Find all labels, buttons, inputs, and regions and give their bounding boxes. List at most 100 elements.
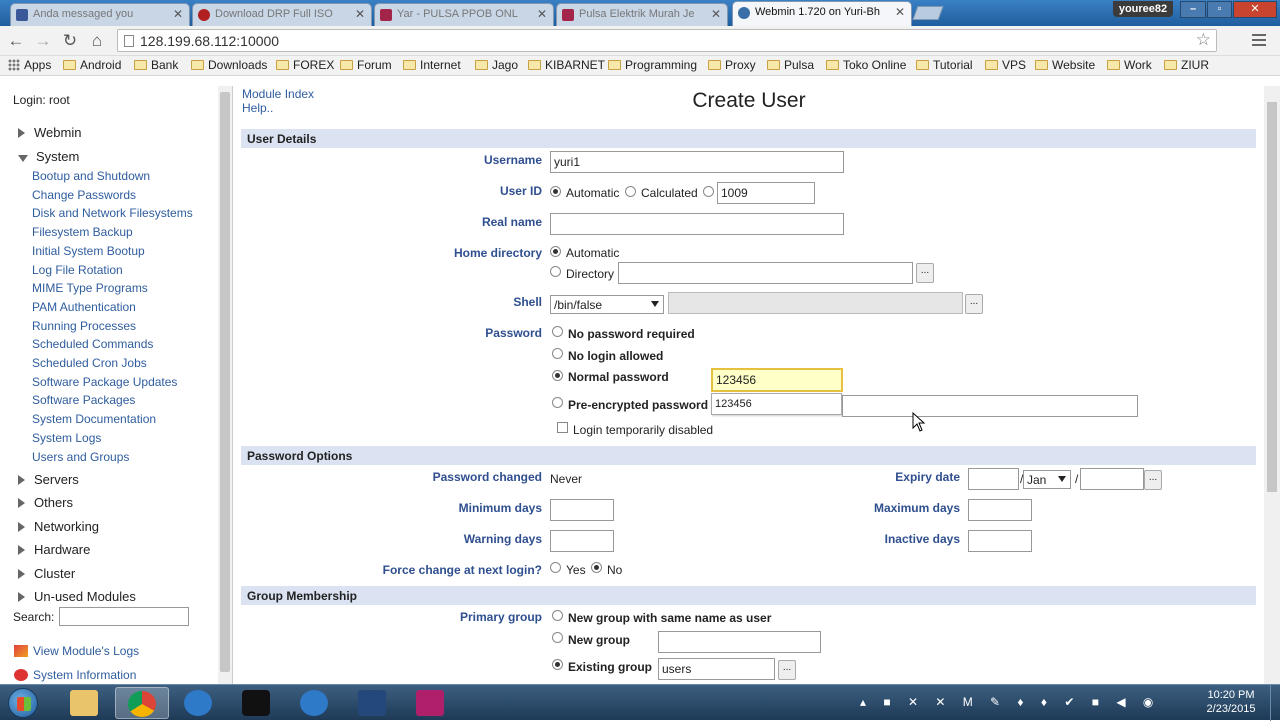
close-icon[interactable]: ✕ bbox=[355, 7, 365, 21]
max-days-input[interactable] bbox=[968, 499, 1032, 521]
bookmark-item[interactable]: Tutorial bbox=[916, 58, 973, 72]
bookmark-item[interactable]: Pulsa bbox=[767, 58, 814, 72]
reload-icon[interactable]: ↻ bbox=[60, 31, 80, 51]
module-link[interactable]: System Logs bbox=[32, 431, 101, 445]
close-window-button[interactable]: ✕ bbox=[1233, 1, 1277, 18]
category-webmin[interactable]: Webmin bbox=[18, 125, 81, 140]
module-link[interactable]: MIME Type Programs bbox=[32, 281, 148, 295]
app-taskbar-button[interactable] bbox=[172, 687, 226, 719]
module-link[interactable]: Software Package Updates bbox=[32, 375, 177, 389]
no-password-radio[interactable] bbox=[552, 326, 563, 337]
normal-password-radio[interactable] bbox=[552, 370, 563, 381]
bookmark-item[interactable]: Bank bbox=[134, 58, 178, 72]
userid-calculated-radio[interactable] bbox=[625, 186, 636, 197]
left-scrollbar[interactable] bbox=[218, 86, 232, 684]
module-link[interactable]: Initial System Bootup bbox=[32, 244, 145, 258]
module-link[interactable]: Scheduled Cron Jobs bbox=[32, 356, 147, 370]
bookmark-item[interactable]: Jago bbox=[475, 58, 518, 72]
shell-select[interactable]: /bin/false bbox=[550, 295, 664, 314]
close-icon[interactable]: ✕ bbox=[173, 7, 183, 21]
app-taskbar-button[interactable] bbox=[404, 687, 458, 719]
bookmark-item[interactable]: Work bbox=[1107, 58, 1152, 72]
category-others[interactable]: Others bbox=[18, 495, 73, 510]
minimize-button[interactable]: – bbox=[1180, 1, 1206, 18]
bookmark-item[interactable]: Apps bbox=[8, 58, 51, 72]
category-servers[interactable]: Servers bbox=[18, 472, 79, 487]
forward-icon[interactable]: → bbox=[33, 31, 53, 51]
close-icon[interactable]: ✕ bbox=[537, 7, 547, 21]
bookmark-item[interactable]: Downloads bbox=[191, 58, 267, 72]
userid-manual-radio[interactable] bbox=[703, 186, 714, 197]
module-link[interactable]: Filesystem Backup bbox=[32, 225, 133, 239]
back-icon[interactable]: ← bbox=[6, 31, 26, 51]
shell-browse-button[interactable]: ... bbox=[965, 294, 983, 314]
new-group-radio[interactable] bbox=[552, 632, 563, 643]
expiry-month-select[interactable]: Jan bbox=[1023, 470, 1071, 489]
warning-days-input[interactable] bbox=[550, 530, 614, 552]
pre-encrypted-radio[interactable] bbox=[552, 397, 563, 408]
new-same-group-radio[interactable] bbox=[552, 610, 563, 621]
bookmark-item[interactable]: Internet bbox=[403, 58, 461, 72]
search-input[interactable] bbox=[59, 607, 189, 626]
bookmark-item[interactable]: Programming bbox=[608, 58, 697, 72]
star-icon[interactable]: ☆ bbox=[1196, 30, 1211, 50]
bookmark-item[interactable]: Proxy bbox=[708, 58, 756, 72]
min-days-input[interactable] bbox=[550, 499, 614, 521]
module-link[interactable]: Software Packages bbox=[32, 393, 135, 407]
view-logs-link[interactable]: View Module's Logs bbox=[14, 644, 139, 658]
no-login-radio[interactable] bbox=[552, 348, 563, 359]
module-link[interactable]: Bootup and Shutdown bbox=[32, 169, 150, 183]
normal-password-input[interactable]: 123456 bbox=[711, 368, 843, 392]
module-link[interactable]: PAM Authentication bbox=[32, 300, 136, 314]
force-change-yes-radio[interactable] bbox=[550, 562, 561, 573]
category-networking[interactable]: Networking bbox=[18, 519, 99, 534]
login-disabled-checkbox[interactable] bbox=[557, 422, 568, 433]
username-input[interactable]: yuri1 bbox=[550, 151, 844, 173]
maximize-button[interactable]: ▫ bbox=[1207, 1, 1232, 18]
home-automatic-radio[interactable] bbox=[550, 246, 561, 257]
browser-tab[interactable]: Download DRP Full ISO ✕ bbox=[192, 3, 372, 26]
module-link[interactable]: Users and Groups bbox=[32, 450, 129, 464]
menu-icon[interactable] bbox=[1252, 34, 1266, 49]
group-browse-button[interactable]: ... bbox=[778, 660, 796, 680]
system-tray-icons[interactable]: ▴ ■ ✕ ✕ M ✎ ♦ ♦ ✔ ■ ◀ ◉ bbox=[860, 695, 1160, 709]
expiry-calendar-button[interactable]: ... bbox=[1144, 470, 1162, 490]
app-taskbar-button[interactable] bbox=[230, 687, 284, 719]
bookmark-item[interactable]: VPS bbox=[985, 58, 1026, 72]
bookmark-item[interactable]: Android bbox=[63, 58, 121, 72]
pre-encrypted-input[interactable] bbox=[842, 395, 1138, 417]
bookmark-item[interactable]: KIBARNET bbox=[528, 58, 605, 72]
show-desktop-button[interactable] bbox=[1270, 685, 1280, 721]
bookmark-item[interactable]: Toko Online bbox=[826, 58, 906, 72]
module-link[interactable]: Change Passwords bbox=[32, 188, 136, 202]
category-system[interactable]: System bbox=[18, 149, 79, 164]
realname-input[interactable] bbox=[550, 213, 844, 235]
close-icon[interactable]: ✕ bbox=[711, 7, 721, 21]
inactive-days-input[interactable] bbox=[968, 530, 1032, 552]
home-directory-radio[interactable] bbox=[550, 266, 561, 277]
bookmark-item[interactable]: ZIUR bbox=[1164, 58, 1209, 72]
bookmark-item[interactable]: FOREX bbox=[276, 58, 334, 72]
home-browse-button[interactable]: ... bbox=[916, 263, 934, 283]
address-bar[interactable]: 128.199.68.112:10000 ☆ bbox=[117, 29, 1217, 52]
profile-badge[interactable]: youree82 bbox=[1113, 1, 1173, 17]
browser-tab-active[interactable]: Webmin 1.720 on Yuri-Bh ✕ bbox=[732, 1, 912, 26]
module-link[interactable]: Log File Rotation bbox=[32, 263, 123, 277]
module-link[interactable]: Running Processes bbox=[32, 319, 136, 333]
browser-tab[interactable]: Anda messaged you ✕ bbox=[10, 3, 190, 26]
category-un-used-modules[interactable]: Un-used Modules bbox=[18, 589, 136, 604]
start-button[interactable] bbox=[8, 688, 38, 718]
module-link[interactable]: System Documentation bbox=[32, 412, 156, 426]
browser-tab[interactable]: Pulsa Elektrik Murah Je ✕ bbox=[556, 3, 728, 26]
app-taskbar-button[interactable] bbox=[288, 687, 342, 719]
category-cluster[interactable]: Cluster bbox=[18, 566, 75, 581]
app-taskbar-button[interactable] bbox=[346, 687, 400, 719]
expiry-day-input[interactable] bbox=[968, 468, 1019, 490]
explorer-taskbar-button[interactable] bbox=[58, 687, 112, 719]
home-directory-input[interactable] bbox=[618, 262, 913, 284]
module-link[interactable]: Scheduled Commands bbox=[32, 337, 153, 351]
new-group-input[interactable] bbox=[658, 631, 821, 653]
new-tab-button[interactable] bbox=[912, 6, 944, 20]
userid-automatic-radio[interactable] bbox=[550, 186, 561, 197]
bookmark-item[interactable]: Website bbox=[1035, 58, 1095, 72]
